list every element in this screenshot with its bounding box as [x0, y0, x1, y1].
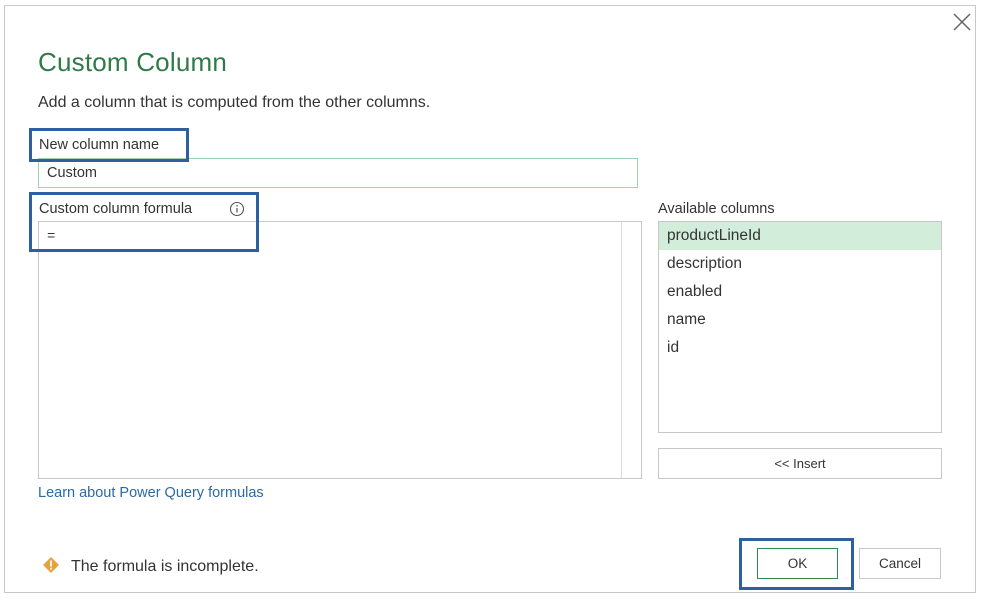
dialog-title: Custom Column [38, 47, 227, 77]
dialog-subtitle: Add a column that is computed from the o… [38, 94, 431, 111]
formula-scrollbar[interactable] [621, 222, 641, 478]
custom-column-formula-label: Custom column formula [39, 201, 193, 217]
formula-text: = [47, 229, 56, 245]
close-icon[interactable] [950, 10, 974, 34]
warning-icon [42, 556, 60, 574]
ok-button[interactable]: OK [757, 548, 838, 579]
formula-editor[interactable]: = [38, 221, 642, 479]
new-column-name-input[interactable] [38, 158, 638, 188]
learn-power-query-link[interactable]: Learn about Power Query formulas [38, 483, 264, 503]
available-columns-label: Available columns [658, 201, 775, 217]
info-icon[interactable] [229, 201, 245, 217]
available-column-item[interactable]: enabled [659, 278, 941, 306]
insert-button[interactable]: << Insert [658, 448, 942, 479]
available-column-item[interactable]: id [659, 334, 941, 362]
new-column-name-label: New column name [39, 137, 160, 153]
available-columns-list[interactable]: productLineId description enabled name i… [658, 221, 942, 433]
available-column-item[interactable]: description [659, 250, 941, 278]
status-message: The formula is incomplete. [71, 558, 259, 575]
available-column-item[interactable]: productLineId [659, 222, 941, 250]
available-column-item[interactable]: name [659, 306, 941, 334]
cancel-button[interactable]: Cancel [859, 548, 941, 579]
